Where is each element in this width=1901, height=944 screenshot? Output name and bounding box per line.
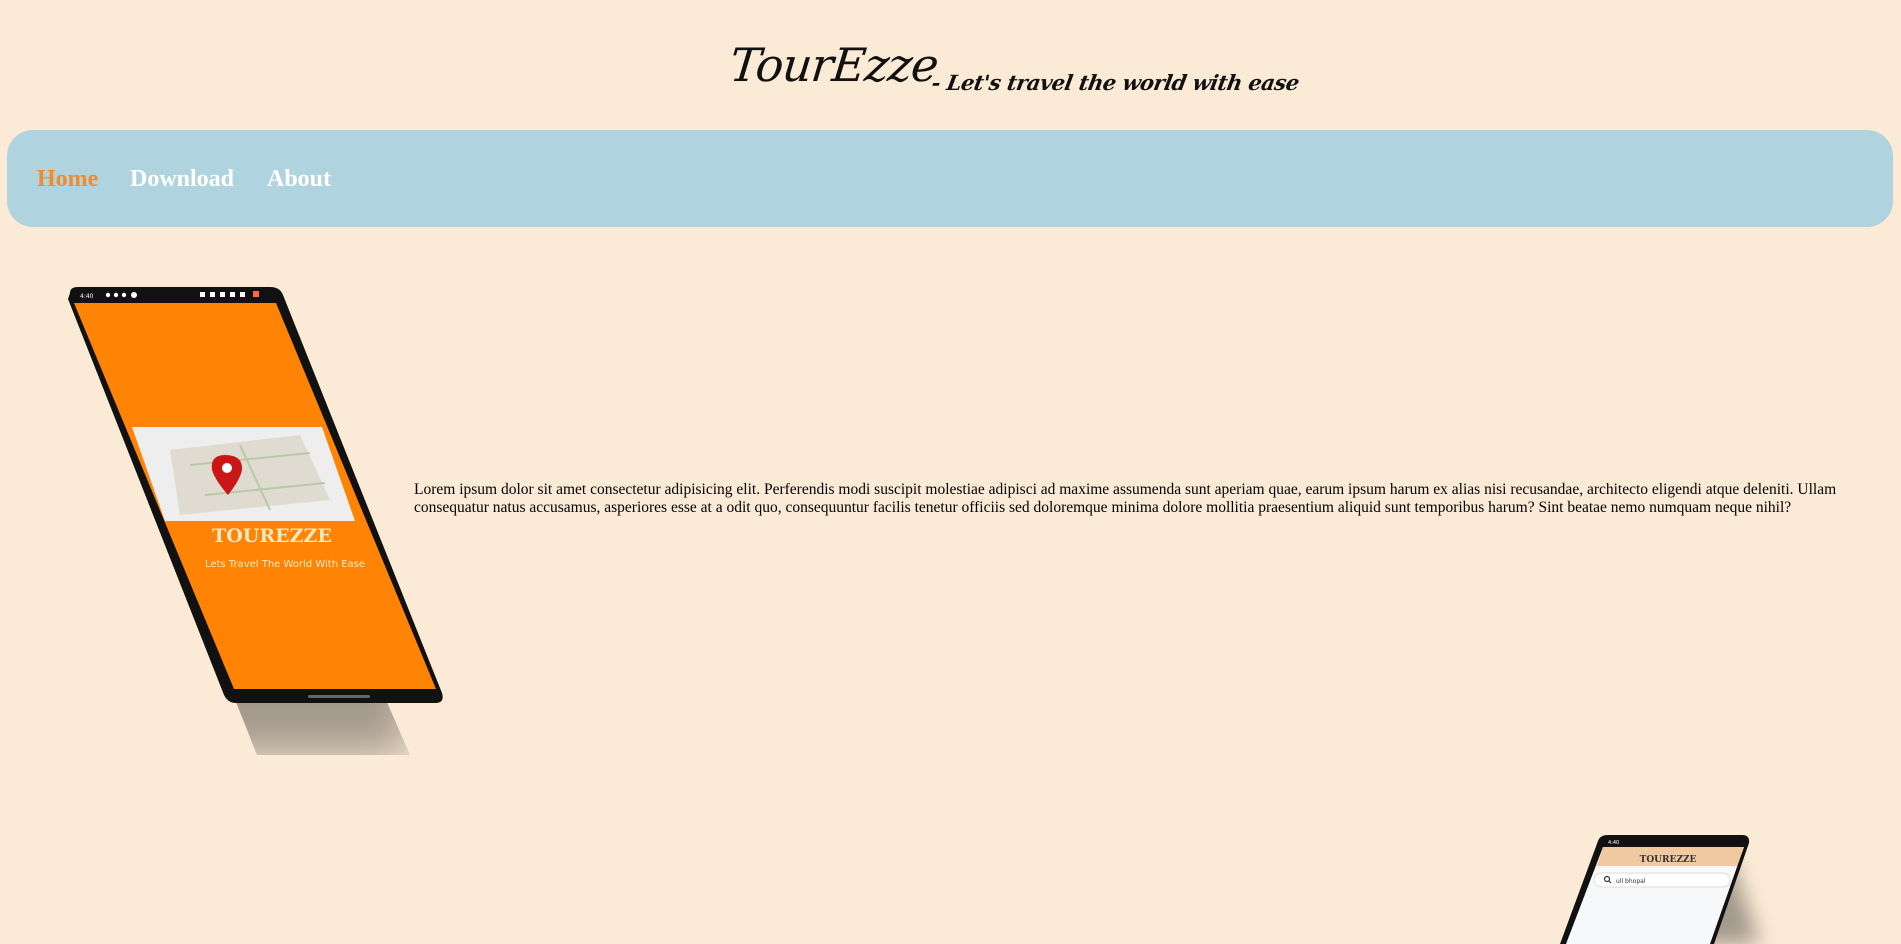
phone-app-tagline: Lets Travel The World With Ease xyxy=(205,559,365,570)
phone-mockup-splash: 4:40 TOUREZZE Lets Travel The World With… xyxy=(40,285,460,785)
nav-link-download[interactable]: Download xyxy=(130,166,234,193)
site-title: TourEzze xyxy=(727,38,941,92)
nav-link-about[interactable]: About xyxy=(267,166,331,193)
page-header: TourEzze - Let's travel the world with e… xyxy=(0,0,1901,125)
site-tagline: - Let's travel the world with ease xyxy=(929,70,1302,95)
phone2-status-time: 4:40 xyxy=(1608,840,1619,846)
hero-paragraph: Lorem ipsum dolor sit amet consectetur a… xyxy=(414,481,1837,516)
nav-link-home[interactable]: Home xyxy=(37,166,98,193)
status-time: 4:40 xyxy=(80,293,94,300)
phone-mockup-search: 4:40 TOUREZZE ull bhopal xyxy=(1560,835,1760,944)
main-navbar: Home Download About xyxy=(7,130,1893,227)
phone-splash-image: 4:40 TOUREZZE Lets Travel The World With… xyxy=(68,287,443,703)
phone2-search-value: ull bhopal xyxy=(1616,878,1646,885)
phone2-app-name: TOUREZZE xyxy=(1640,855,1697,865)
phone-app-name: TOUREZZE xyxy=(212,525,332,547)
